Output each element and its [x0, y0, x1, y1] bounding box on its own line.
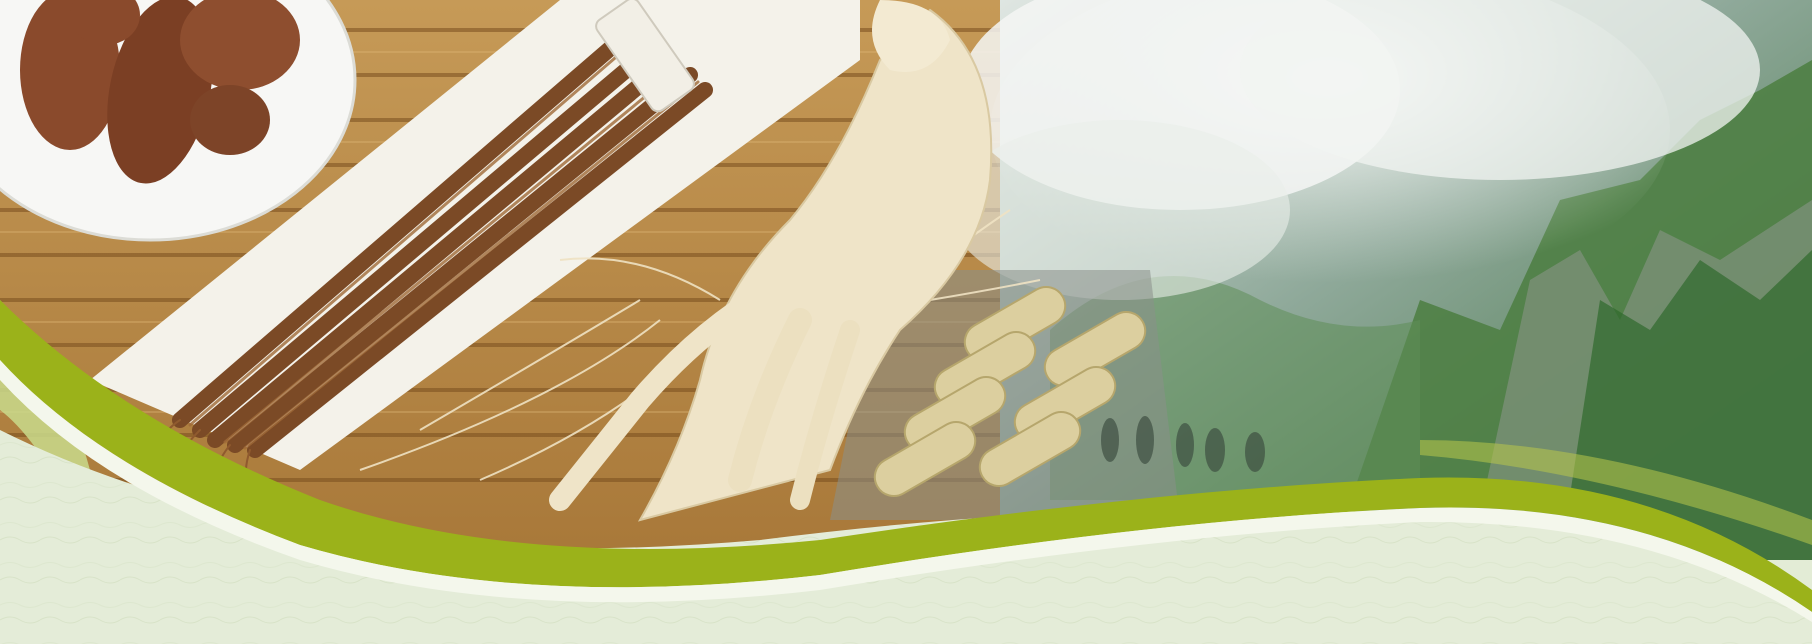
ginseng-banner — [0, 0, 1812, 644]
banner-artwork — [0, 0, 1812, 644]
